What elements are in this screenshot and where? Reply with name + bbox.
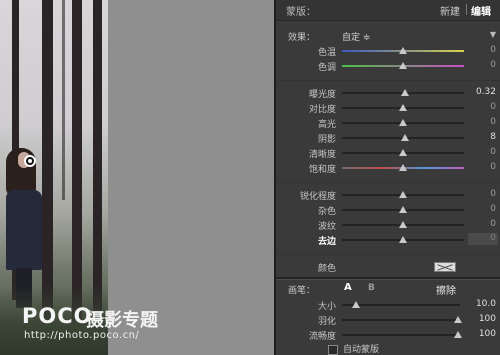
slider-value[interactable]: 0 bbox=[468, 233, 498, 245]
brush-slider-thumb[interactable] bbox=[453, 331, 462, 338]
slider-value[interactable]: 0 bbox=[468, 102, 496, 112]
slider-row: 阴影 8 bbox=[276, 131, 500, 145]
watermark-logo: POCO bbox=[22, 304, 93, 328]
slider-value[interactable]: 0 bbox=[468, 189, 496, 199]
slider-value[interactable]: 0.32 bbox=[468, 87, 496, 97]
group-divider bbox=[276, 80, 500, 81]
canvas-background bbox=[108, 0, 274, 355]
slider-row: 色温 0 bbox=[276, 44, 500, 58]
slider-row: 饱和度 0 bbox=[276, 161, 500, 175]
slider-row: 锐化程度 0 bbox=[276, 188, 500, 202]
group-divider bbox=[276, 254, 500, 255]
brush-slider-track[interactable] bbox=[342, 334, 460, 336]
effect-label: 效果： bbox=[288, 33, 316, 43]
slider-value[interactable]: 8 bbox=[468, 132, 496, 142]
slider-thumb[interactable] bbox=[399, 236, 407, 243]
slider-label: 清晰度 bbox=[308, 150, 336, 160]
slider-row: 曝光度 0.32 bbox=[276, 86, 500, 100]
slider-label: 杂色 bbox=[317, 207, 336, 217]
slider-value[interactable]: 0 bbox=[468, 60, 496, 70]
slider-label: 去边 bbox=[317, 237, 336, 247]
adjustment-brush-panel: 蒙版： 新建 编辑 效果： 自定 ≑ ▼ 色温 0 色调 0 曝光度 0.32 对比度 0 高光… bbox=[274, 0, 500, 355]
slider-thumb[interactable] bbox=[399, 191, 407, 198]
automask-checkbox[interactable] bbox=[328, 344, 338, 355]
slider-thumb[interactable] bbox=[399, 119, 407, 126]
slider-row: 对比度 0 bbox=[276, 101, 500, 115]
slider-label: 曝光度 bbox=[308, 90, 336, 100]
color-swatch[interactable] bbox=[434, 262, 456, 272]
brush-slider-track[interactable] bbox=[342, 319, 460, 321]
brush-slider-label: 羽化 bbox=[317, 317, 336, 327]
brush-label: 画笔： bbox=[288, 286, 316, 296]
mask-header: 蒙版： 新建 编辑 bbox=[276, 0, 500, 21]
brush-slider-value[interactable]: 100 bbox=[470, 314, 496, 324]
slider-thumb[interactable] bbox=[399, 221, 407, 228]
slider-thumb[interactable] bbox=[401, 89, 410, 96]
slider-label: 饱和度 bbox=[308, 165, 336, 175]
slider-value[interactable]: 0 bbox=[468, 45, 496, 55]
slider-label: 锐化程度 bbox=[299, 192, 336, 202]
brush-slider-value[interactable]: 10.0 bbox=[470, 299, 496, 309]
slider-value[interactable]: 0 bbox=[468, 204, 496, 214]
slider-label: 波纹 bbox=[317, 222, 336, 232]
panel-divider bbox=[276, 277, 500, 280]
brush-header: 画笔： A B 擦除 bbox=[276, 282, 500, 298]
header-separator bbox=[466, 4, 467, 15]
slider-label: 高光 bbox=[317, 120, 336, 130]
subject-coat bbox=[6, 190, 42, 270]
slider-row: 杂色 0 bbox=[276, 203, 500, 217]
slider-label: 色调 bbox=[317, 63, 336, 73]
tree-trunk bbox=[62, 0, 65, 200]
watermark-url: http://photo.poco.cn/ bbox=[24, 330, 140, 341]
brush-slider-label: 大小 bbox=[317, 302, 336, 312]
brush-slider-thumb[interactable] bbox=[352, 301, 361, 308]
brush-tab-a[interactable]: A bbox=[344, 282, 352, 293]
slider-value[interactable]: 0 bbox=[468, 162, 496, 172]
slider-value[interactable]: 0 bbox=[468, 147, 496, 157]
slider-label: 阴影 bbox=[317, 135, 336, 145]
group-divider bbox=[276, 182, 500, 183]
brush-slider-row: 羽化 100 bbox=[276, 313, 500, 327]
slider-thumb[interactable] bbox=[399, 164, 407, 171]
slider-label: 色温 bbox=[317, 48, 336, 58]
slider-value[interactable]: 0 bbox=[468, 117, 496, 127]
slider-thumb[interactable] bbox=[401, 134, 410, 141]
slider-value[interactable]: 0 bbox=[468, 219, 496, 229]
photo-preview[interactable] bbox=[0, 0, 108, 355]
collapse-triangle-icon[interactable]: ▼ bbox=[490, 30, 496, 39]
slider-row: 清晰度 0 bbox=[276, 146, 500, 160]
watermark-subtitle: 摄影专题 bbox=[86, 310, 158, 331]
erase-button[interactable]: 擦除 bbox=[436, 282, 456, 297]
brush-slider-row: 大小 10.0 bbox=[276, 298, 500, 312]
slider-thumb[interactable] bbox=[399, 47, 407, 54]
color-label: 颜色 bbox=[317, 264, 336, 274]
brush-slider-label: 流畅度 bbox=[308, 332, 336, 342]
color-row: 颜色 bbox=[276, 260, 500, 274]
slider-label: 对比度 bbox=[308, 105, 336, 115]
effect-preset-dropdown[interactable]: 自定 ≑ bbox=[342, 30, 370, 43]
slider-row: 色调 0 bbox=[276, 59, 500, 73]
slider-row: 高光 0 bbox=[276, 116, 500, 130]
slider-row: 去边 0 bbox=[276, 233, 500, 247]
mask-label: 蒙版： bbox=[286, 7, 316, 18]
slider-thumb[interactable] bbox=[399, 149, 407, 156]
brush-tab-b[interactable]: B bbox=[368, 283, 375, 293]
brush-slider-row: 流畅度 100 bbox=[276, 328, 500, 342]
mask-pin-icon[interactable] bbox=[24, 155, 36, 167]
brush-slider-thumb[interactable] bbox=[453, 316, 462, 323]
slider-thumb[interactable] bbox=[399, 62, 407, 69]
slider-thumb[interactable] bbox=[399, 206, 407, 213]
automask-label: 自动蒙版 bbox=[343, 345, 380, 355]
slider-thumb[interactable] bbox=[399, 104, 407, 111]
automask-checkbox-row[interactable]: 自动蒙版 bbox=[328, 342, 379, 355]
brush-slider-value[interactable]: 100 bbox=[470, 329, 496, 339]
new-mask-button[interactable]: 新建 bbox=[440, 3, 460, 18]
slider-row: 波纹 0 bbox=[276, 218, 500, 232]
edit-mask-button[interactable]: 编辑 bbox=[471, 3, 491, 18]
